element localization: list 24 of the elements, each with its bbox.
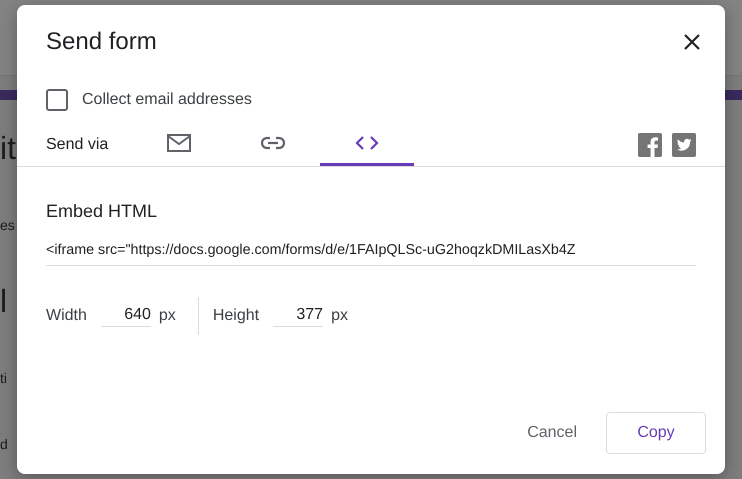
section-heading: Embed HTML	[46, 201, 158, 222]
mail-icon	[166, 133, 192, 153]
background-text: l	[0, 283, 8, 320]
link-icon	[260, 136, 286, 150]
copy-button[interactable]: Copy	[606, 412, 706, 454]
background-text: es	[0, 217, 15, 233]
background-text: ti	[0, 370, 7, 386]
checkbox-label: Collect email addresses	[82, 91, 252, 109]
code-icon	[354, 135, 380, 151]
background-text: it	[0, 130, 16, 167]
embed-code-field[interactable]: <iframe src="https://docs.google.com/forms/d/e/1FAIpQLSc-uG2hoqzkDMILasXb4Z	[46, 242, 696, 266]
width-label: Width	[46, 307, 87, 325]
height-field[interactable]: 377	[273, 306, 324, 326]
width-field[interactable]: 640	[100, 306, 151, 326]
dialog-title: Send form	[46, 28, 157, 56]
twitter-icon[interactable]	[672, 132, 696, 156]
unit-label: px	[158, 307, 176, 325]
height-label: Height	[212, 307, 260, 325]
send-via-label: Send via	[46, 136, 110, 154]
checkbox[interactable]	[46, 89, 68, 111]
unit-label: px	[331, 307, 348, 325]
background-text: d	[0, 436, 8, 452]
facebook-icon[interactable]	[638, 132, 662, 156]
cancel-button[interactable]: Cancel	[512, 412, 592, 454]
